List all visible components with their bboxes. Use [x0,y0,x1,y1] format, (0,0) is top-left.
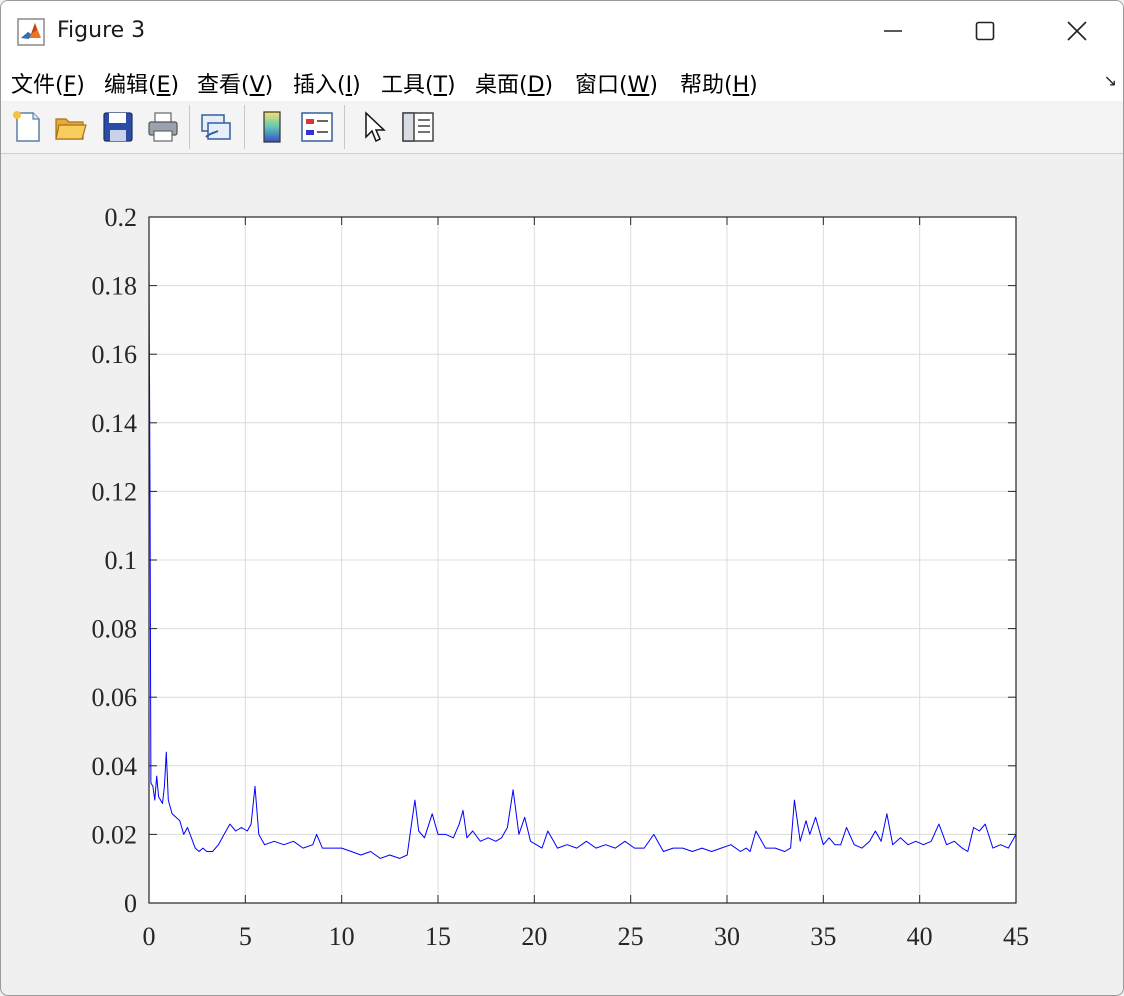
x-tick-label: 0 [143,922,156,951]
minimize-button[interactable] [847,1,939,61]
save-button[interactable] [100,109,136,145]
legend-icon [301,112,333,142]
x-tick-label: 20 [521,922,547,951]
maximize-button[interactable] [939,1,1031,61]
y-tick-label: 0.08 [92,615,138,644]
close-icon [1067,21,1087,41]
figure-canvas[interactable]: 0 5 10 15 20 25 30 35 40 45 00.020.040.060.080.10… [1,154,1123,994]
menu-tools[interactable]: 工具(T) [381,67,456,99]
save-icon [103,112,133,142]
link-plot-button[interactable] [198,109,234,145]
x-tick-label: 45 [1003,922,1029,951]
menu-bar: 文件(F) 编辑(E) 查看(V) 插入(I) 工具(T) 桌面(D) 窗口(W… [1,61,1123,101]
title-bar[interactable]: Figure 3 [1,1,1123,61]
menu-desktop[interactable]: 桌面(D) [475,67,553,99]
y-tick-labels: 0 0.02 0.04 0.06 0.08 0.1 0.12 0.14 0.16 0.18 0.2 [92,203,138,918]
matlab-icon [17,18,45,46]
x-tick-label: 5 [239,922,252,951]
figure-window: Figure 3 文件(F) 编辑(E) 查看(V) 插入(I) 工具(T) 桌… [0,0,1124,996]
toolbar-separator [244,105,245,149]
colorbar-icon [263,111,281,143]
edit-plot-button[interactable] [356,109,392,145]
insert-colorbar-button[interactable] [254,109,290,145]
figure-toolbar [1,101,1123,154]
x-tick-label: 35 [810,922,836,951]
x-tick-label: 25 [618,922,644,951]
pointer-arrow-icon [365,111,386,143]
new-file-icon [13,111,40,142]
menu-edit[interactable]: 编辑(E) [104,67,179,99]
menu-view[interactable]: 查看(V) [197,67,273,99]
y-tick-label: 0.1 [105,546,138,575]
toolbar-separator [189,105,190,149]
dock-figure-icon[interactable]: ↘ [1104,71,1117,90]
y-tick-label: 0.06 [92,683,138,712]
window-title: Figure 3 [57,18,146,43]
x-tick-label: 40 [907,922,933,951]
insert-legend-button[interactable] [299,109,335,145]
y-tick-label: 0.18 [92,272,138,301]
new-figure-button[interactable] [9,109,45,145]
link-plot-icon [201,114,231,140]
y-tick-label: 0 [124,889,137,918]
folder-icon [55,118,87,140]
minimize-icon [884,30,902,32]
menu-window[interactable]: 窗口(W) [575,67,658,99]
y-tick-label: 0.02 [92,820,138,849]
x-tick-labels: 0 5 10 15 20 25 30 35 40 45 [143,922,1030,951]
toolbar-separator [344,105,345,149]
y-tick-label: 0.16 [92,340,138,369]
open-file-button[interactable] [53,109,89,145]
y-tick-label: 0.2 [105,203,138,232]
maximize-icon [975,21,995,41]
close-button[interactable] [1031,1,1123,61]
print-button[interactable] [145,109,181,145]
property-panel-icon [402,112,434,142]
menu-help[interactable]: 帮助(H) [680,67,758,99]
y-tick-label: 0.14 [92,409,138,438]
menu-file[interactable]: 文件(F) [11,67,85,99]
y-tick-label: 0.12 [92,477,138,506]
menu-insert[interactable]: 插入(I) [293,67,361,99]
property-inspector-button[interactable] [400,109,436,145]
y-tick-label: 0.04 [92,752,138,781]
x-tick-label: 15 [425,922,451,951]
x-tick-label: 30 [714,922,740,951]
x-tick-label: 10 [329,922,355,951]
printer-icon [148,112,178,142]
